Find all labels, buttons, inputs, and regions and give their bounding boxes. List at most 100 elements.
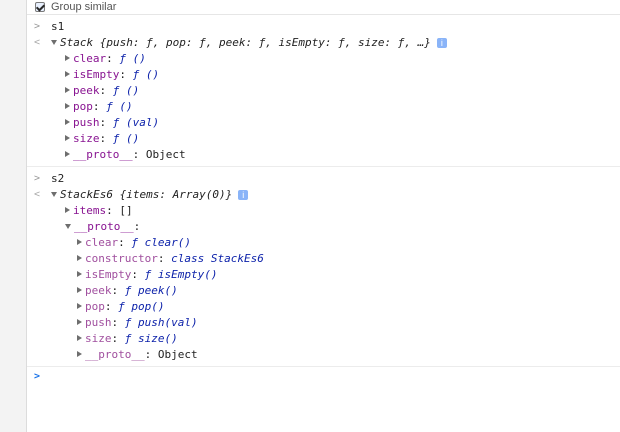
property-row[interactable]: isEmpty: ƒ ()	[27, 67, 620, 83]
triangle-right-icon[interactable]	[77, 287, 82, 293]
property-row[interactable]: __proto__:	[27, 219, 620, 235]
property-key: size	[73, 132, 100, 145]
console-toolbar: Group similar	[27, 0, 620, 15]
chevron-left-icon: <	[34, 189, 41, 200]
chevron-right-icon: >	[34, 371, 41, 382]
property-row[interactable]: size: ƒ ()	[27, 131, 620, 147]
property-row[interactable]: __proto__: Object	[27, 147, 620, 163]
property-value: Object	[145, 148, 186, 161]
output-row[interactable]: < Stack {push: ƒ, pop: ƒ, peek: ƒ, isEmp…	[27, 35, 620, 51]
property-key: __proto__	[85, 348, 145, 361]
triangle-right-icon[interactable]	[65, 151, 70, 157]
proto-property-row[interactable]: pop: ƒ pop()	[27, 299, 620, 315]
property-key: peek	[73, 84, 100, 97]
triangle-right-icon[interactable]	[65, 119, 70, 125]
property-separator: :	[106, 204, 120, 217]
triangle-right-icon[interactable]	[77, 239, 82, 245]
property-row[interactable]: clear: ƒ ()	[27, 51, 620, 67]
property-value: ƒ (val)	[112, 116, 160, 129]
console-entry: > s2 < StackEs6 {items: Array(0)} i items…	[27, 167, 620, 367]
property-separator: :	[106, 52, 120, 65]
property-value: class StackEs6	[171, 252, 264, 265]
property-key: __proto__	[74, 220, 134, 233]
property-separator: :	[144, 348, 158, 361]
property-separator: :	[157, 252, 172, 265]
property-separator: :	[111, 316, 125, 329]
property-key: isEmpty	[73, 68, 120, 81]
proto-property-row[interactable]: constructor: class StackEs6	[27, 251, 620, 267]
object-ctor: Stack	[60, 36, 94, 49]
property-key: push	[85, 316, 112, 329]
proto-property-row[interactable]: clear: ƒ clear()	[27, 235, 620, 251]
info-icon[interactable]: i	[238, 190, 249, 200]
triangle-right-icon[interactable]	[65, 103, 70, 109]
triangle-right-icon[interactable]	[65, 207, 70, 213]
triangle-right-icon[interactable]	[77, 271, 82, 277]
property-separator: :	[118, 236, 132, 249]
property-key: clear	[85, 236, 119, 249]
property-value: ƒ isEmpty()	[144, 268, 218, 281]
proto-property-row[interactable]: peek: ƒ peek()	[27, 283, 620, 299]
chevron-right-icon: >	[34, 173, 41, 184]
group-similar-checkbox[interactable]	[35, 2, 45, 12]
console-panel: Group similar > s1 < Stack {push: ƒ, pop…	[27, 0, 620, 432]
property-separator: :	[111, 284, 125, 297]
object-preview: {items: Array(0)}	[112, 188, 233, 201]
property-key: pop	[85, 300, 105, 313]
input-text[interactable]: s1	[51, 19, 64, 35]
triangle-down-icon[interactable]	[65, 223, 71, 229]
input-text[interactable]: s2	[51, 171, 64, 187]
left-gutter	[0, 0, 27, 432]
property-row[interactable]: items: []	[27, 203, 620, 219]
triangle-down-icon[interactable]	[51, 39, 57, 45]
triangle-right-icon[interactable]	[65, 71, 70, 77]
property-value: []	[119, 204, 133, 217]
property-separator: :	[111, 332, 125, 345]
triangle-right-icon[interactable]	[77, 319, 82, 325]
triangle-right-icon[interactable]	[65, 55, 70, 61]
property-separator: :	[133, 220, 141, 233]
triangle-down-icon[interactable]	[51, 191, 57, 197]
proto-property-row[interactable]: push: ƒ push(val)	[27, 315, 620, 331]
input-row: > s1	[27, 19, 620, 35]
proto-property-row[interactable]: size: ƒ size()	[27, 331, 620, 347]
triangle-right-icon[interactable]	[77, 351, 82, 357]
triangle-right-icon[interactable]	[77, 255, 82, 261]
property-separator: :	[104, 300, 119, 313]
proto-property-row[interactable]: isEmpty: ƒ isEmpty()	[27, 267, 620, 283]
property-value: ƒ push(val)	[124, 316, 198, 329]
property-value: ƒ ()	[112, 84, 140, 97]
property-value: ƒ ()	[132, 68, 160, 81]
property-row[interactable]: pop: ƒ ()	[27, 99, 620, 115]
property-key: push	[73, 116, 100, 129]
property-key: isEmpty	[85, 268, 132, 281]
object-preview: {push: ƒ, pop: ƒ, peek: ƒ, isEmpty: ƒ, s…	[93, 36, 431, 49]
property-value: ƒ size()	[124, 332, 178, 345]
property-value: ƒ pop()	[118, 300, 165, 313]
property-row[interactable]: peek: ƒ ()	[27, 83, 620, 99]
property-separator: :	[119, 68, 133, 81]
console-prompt-row[interactable]: >	[27, 369, 620, 385]
triangle-right-icon[interactable]	[77, 303, 82, 309]
property-separator: :	[99, 116, 113, 129]
chevron-left-icon: <	[34, 37, 41, 48]
proto-property-row[interactable]: __proto__: Object	[27, 347, 620, 363]
property-key: items	[73, 204, 107, 217]
triangle-right-icon[interactable]	[65, 135, 70, 141]
property-separator: :	[99, 132, 113, 145]
output-row[interactable]: < StackEs6 {items: Array(0)} i	[27, 187, 620, 203]
property-value: ƒ ()	[106, 100, 133, 113]
property-separator: :	[92, 100, 107, 113]
property-row[interactable]: push: ƒ (val)	[27, 115, 620, 131]
property-key: constructor	[85, 252, 158, 265]
property-value: ƒ ()	[112, 132, 140, 145]
property-value: ƒ clear()	[131, 236, 191, 249]
console-entry: > s1 < Stack {push: ƒ, pop: ƒ, peek: ƒ, …	[27, 15, 620, 167]
triangle-right-icon[interactable]	[65, 87, 70, 93]
property-separator: :	[99, 84, 113, 97]
chevron-right-icon: >	[34, 21, 41, 32]
triangle-right-icon[interactable]	[77, 335, 82, 341]
property-key: peek	[85, 284, 112, 297]
property-key: clear	[73, 52, 107, 65]
info-icon[interactable]: i	[436, 38, 447, 48]
